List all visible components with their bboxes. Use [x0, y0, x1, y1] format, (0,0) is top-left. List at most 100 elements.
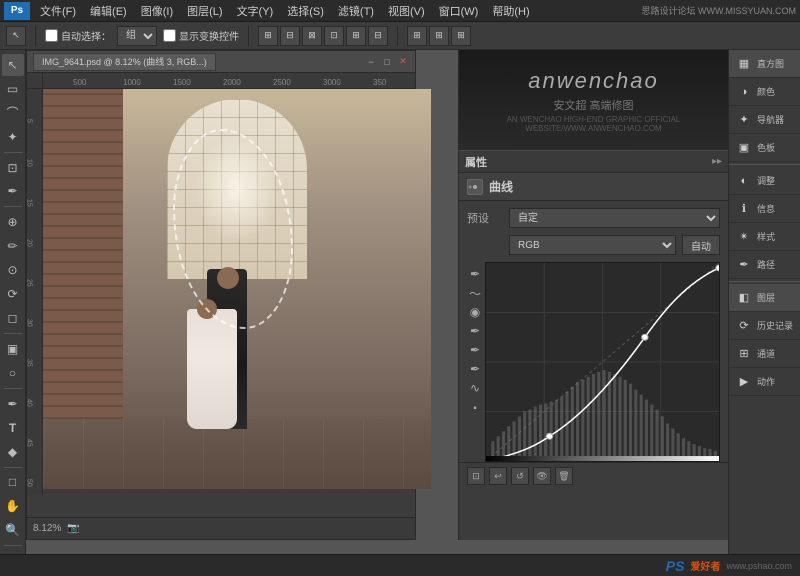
layers-icon: ◧ [735, 289, 753, 307]
auto-select-checkbox[interactable]: 自动选择： [45, 28, 111, 43]
panel-swatches[interactable]: ▣ 色板 [729, 134, 800, 162]
eyedropper-tool[interactable]: ✒ [2, 181, 24, 203]
curves-bottom-icon4[interactable]: 👁 [533, 467, 551, 485]
curves-extra-btn[interactable]: ⬝ [467, 399, 483, 415]
align-bottom-btn[interactable]: ⊟ [368, 26, 388, 46]
svg-text:40: 40 [27, 399, 33, 407]
panel-history[interactable]: ⟳ 历史记录 [729, 312, 800, 340]
tool-sep1 [4, 152, 22, 153]
menu-view[interactable]: 视图(V) [382, 1, 431, 21]
preset-label: 预设 [467, 210, 503, 226]
hand-tool[interactable]: ✋ [2, 495, 24, 517]
menu-layer[interactable]: 图层(L) [181, 1, 228, 21]
history-brush-tool[interactable]: ⟳ [2, 283, 24, 305]
panel-channels[interactable]: ⊞ 通道 [729, 340, 800, 368]
curves-pencil-btn[interactable]: ✒ [467, 266, 483, 282]
panel-layers-label: 图层 [757, 291, 775, 304]
panel-styles[interactable]: ✴ 样式 [729, 223, 800, 251]
auto-select-dropdown[interactable]: 组 [117, 26, 157, 46]
clone-tool[interactable]: ⊙ [2, 259, 24, 281]
svg-text:500: 500 [73, 78, 87, 87]
panel-actions[interactable]: ▶ 动作 [729, 368, 800, 396]
ps-badge: PS [666, 558, 685, 574]
doc-statusbar: 8.12% 📷 [27, 517, 415, 539]
crop-tool[interactable]: ⊡ [2, 157, 24, 179]
quickselect-tool[interactable]: ✦ [2, 126, 24, 148]
align-center-btn[interactable]: ⊟ [280, 26, 300, 46]
lasso-tool[interactable]: ⌒ [2, 102, 24, 124]
zoom-tool[interactable]: 🔍 [2, 519, 24, 541]
menu-edit[interactable]: 编辑(E) [84, 1, 133, 21]
preset-row: 预设 自定 [467, 207, 720, 229]
shape-tool[interactable]: □ [2, 472, 24, 494]
eraser-tool[interactable]: ◻ [2, 307, 24, 329]
close-btn[interactable]: ✕ [397, 56, 409, 68]
curves-point-btn[interactable]: ◉ [467, 304, 483, 320]
curves-bottom-icon5[interactable]: 🗑 [555, 467, 573, 485]
curves-icon [467, 179, 483, 195]
ruler-vertical: 5 10 15 20 25 30 35 40 45 50 [27, 89, 43, 495]
dist-v-btn[interactable]: ⊞ [429, 26, 449, 46]
menu-filter[interactable]: 滤镜(T) [332, 1, 380, 21]
auto-btn[interactable]: 自动 [682, 235, 720, 255]
main-layout: ↖ ▭ ⌒ ✦ ⊡ ✒ ⊕ ✏ ⊙ ⟳ ◻ ▣ ○ ✒ T ◆ □ ✋ 🔍 [0, 50, 800, 576]
curves-controls: 预设 自定 RGB 自动 [459, 201, 728, 262]
bottom-bar: PS 爱好者 www.pshao.com [0, 554, 800, 576]
curves-bottom-icon1[interactable]: ⊡ [467, 467, 485, 485]
svg-text:1500: 1500 [173, 78, 191, 87]
align-top-btn[interactable]: ⊡ [324, 26, 344, 46]
menu-type[interactable]: 文字(Y) [231, 1, 280, 21]
show-transform-checkbox[interactable]: 显示变换控件 [163, 28, 239, 43]
arrange-btn[interactable]: ⊞ [451, 26, 471, 46]
menu-window[interactable]: 窗口(W) [433, 1, 485, 21]
curves-smooth-btn[interactable]: 〜 [467, 285, 483, 301]
curves-graph[interactable] [485, 262, 720, 462]
move-tool[interactable]: ↖ [2, 54, 24, 76]
props-expand-btn[interactable]: ▸▸ [712, 156, 722, 167]
curves-eyedrop3-btn[interactable]: ✒ [467, 361, 483, 377]
spot-heal-tool[interactable]: ⊕ [2, 211, 24, 233]
panel-styles-label: 样式 [757, 230, 775, 243]
tool-sep6 [4, 545, 22, 546]
menu-image[interactable]: 图像(I) [135, 1, 179, 21]
brush-tool[interactable]: ✏ [2, 235, 24, 257]
preset-dropdown[interactable]: 自定 [509, 208, 720, 228]
tool-sep3 [4, 333, 22, 334]
align-left-btn[interactable]: ⊞ [258, 26, 278, 46]
panel-navigator[interactable]: ✦ 导航器 [729, 106, 800, 134]
path-select-tool[interactable]: ◆ [2, 441, 24, 463]
curves-eyedrop2-btn[interactable]: ✒ [467, 342, 483, 358]
curves-line-btn[interactable]: ∿ [467, 380, 483, 396]
minimize-btn[interactable]: − [365, 56, 377, 68]
curves-bottom-icon3[interactable]: ↺ [511, 467, 529, 485]
pen-tool[interactable]: ✒ [2, 393, 24, 415]
svg-text:2500: 2500 [273, 78, 291, 87]
curves-eyedrop1-btn[interactable]: ✒ [467, 323, 483, 339]
dodge-tool[interactable]: ○ [2, 362, 24, 384]
menu-file[interactable]: 文件(F) [34, 1, 82, 21]
dist-h-btn[interactable]: ⊞ [407, 26, 427, 46]
type-tool[interactable]: T [2, 417, 24, 439]
move-tool-btn[interactable]: ↖ [6, 26, 26, 46]
curves-bottom-icon2[interactable]: ↩ [489, 467, 507, 485]
svg-text:25: 25 [27, 279, 33, 287]
menu-select[interactable]: 选择(S) [281, 1, 330, 21]
align-right-btn[interactable]: ⊠ [302, 26, 322, 46]
options-bar: ↖ 自动选择： 组 显示变换控件 ⊞ ⊟ ⊠ ⊡ ⊞ ⊟ ⊞ ⊞ ⊞ [0, 22, 800, 50]
doc-title: IMG_9641.psd @ 8.12% (曲线 3, RGB...) [42, 55, 207, 68]
align-middle-btn[interactable]: ⊞ [346, 26, 366, 46]
marquee-tool[interactable]: ▭ [2, 78, 24, 100]
panel-histogram[interactable]: ▦ 直方图 [729, 50, 800, 78]
panel-adjustments[interactable]: ◐ 调整 [729, 167, 800, 195]
panel-color[interactable]: ◑ 颜色 [729, 78, 800, 106]
panel-info[interactable]: ℹ 信息 [729, 195, 800, 223]
tool-sep2 [4, 206, 22, 207]
menu-help[interactable]: 帮助(H) [486, 1, 535, 21]
panel-layers[interactable]: ◧ 图层 [729, 284, 800, 312]
channel-dropdown[interactable]: RGB [509, 235, 676, 255]
gradient-tool[interactable]: ▣ [2, 338, 24, 360]
panel-paths[interactable]: ✒ 路径 [729, 251, 800, 279]
channels-icon: ⊞ [735, 345, 753, 363]
doc-tab[interactable]: IMG_9641.psd @ 8.12% (曲线 3, RGB...) [33, 53, 216, 71]
maximize-btn[interactable]: □ [381, 56, 393, 68]
